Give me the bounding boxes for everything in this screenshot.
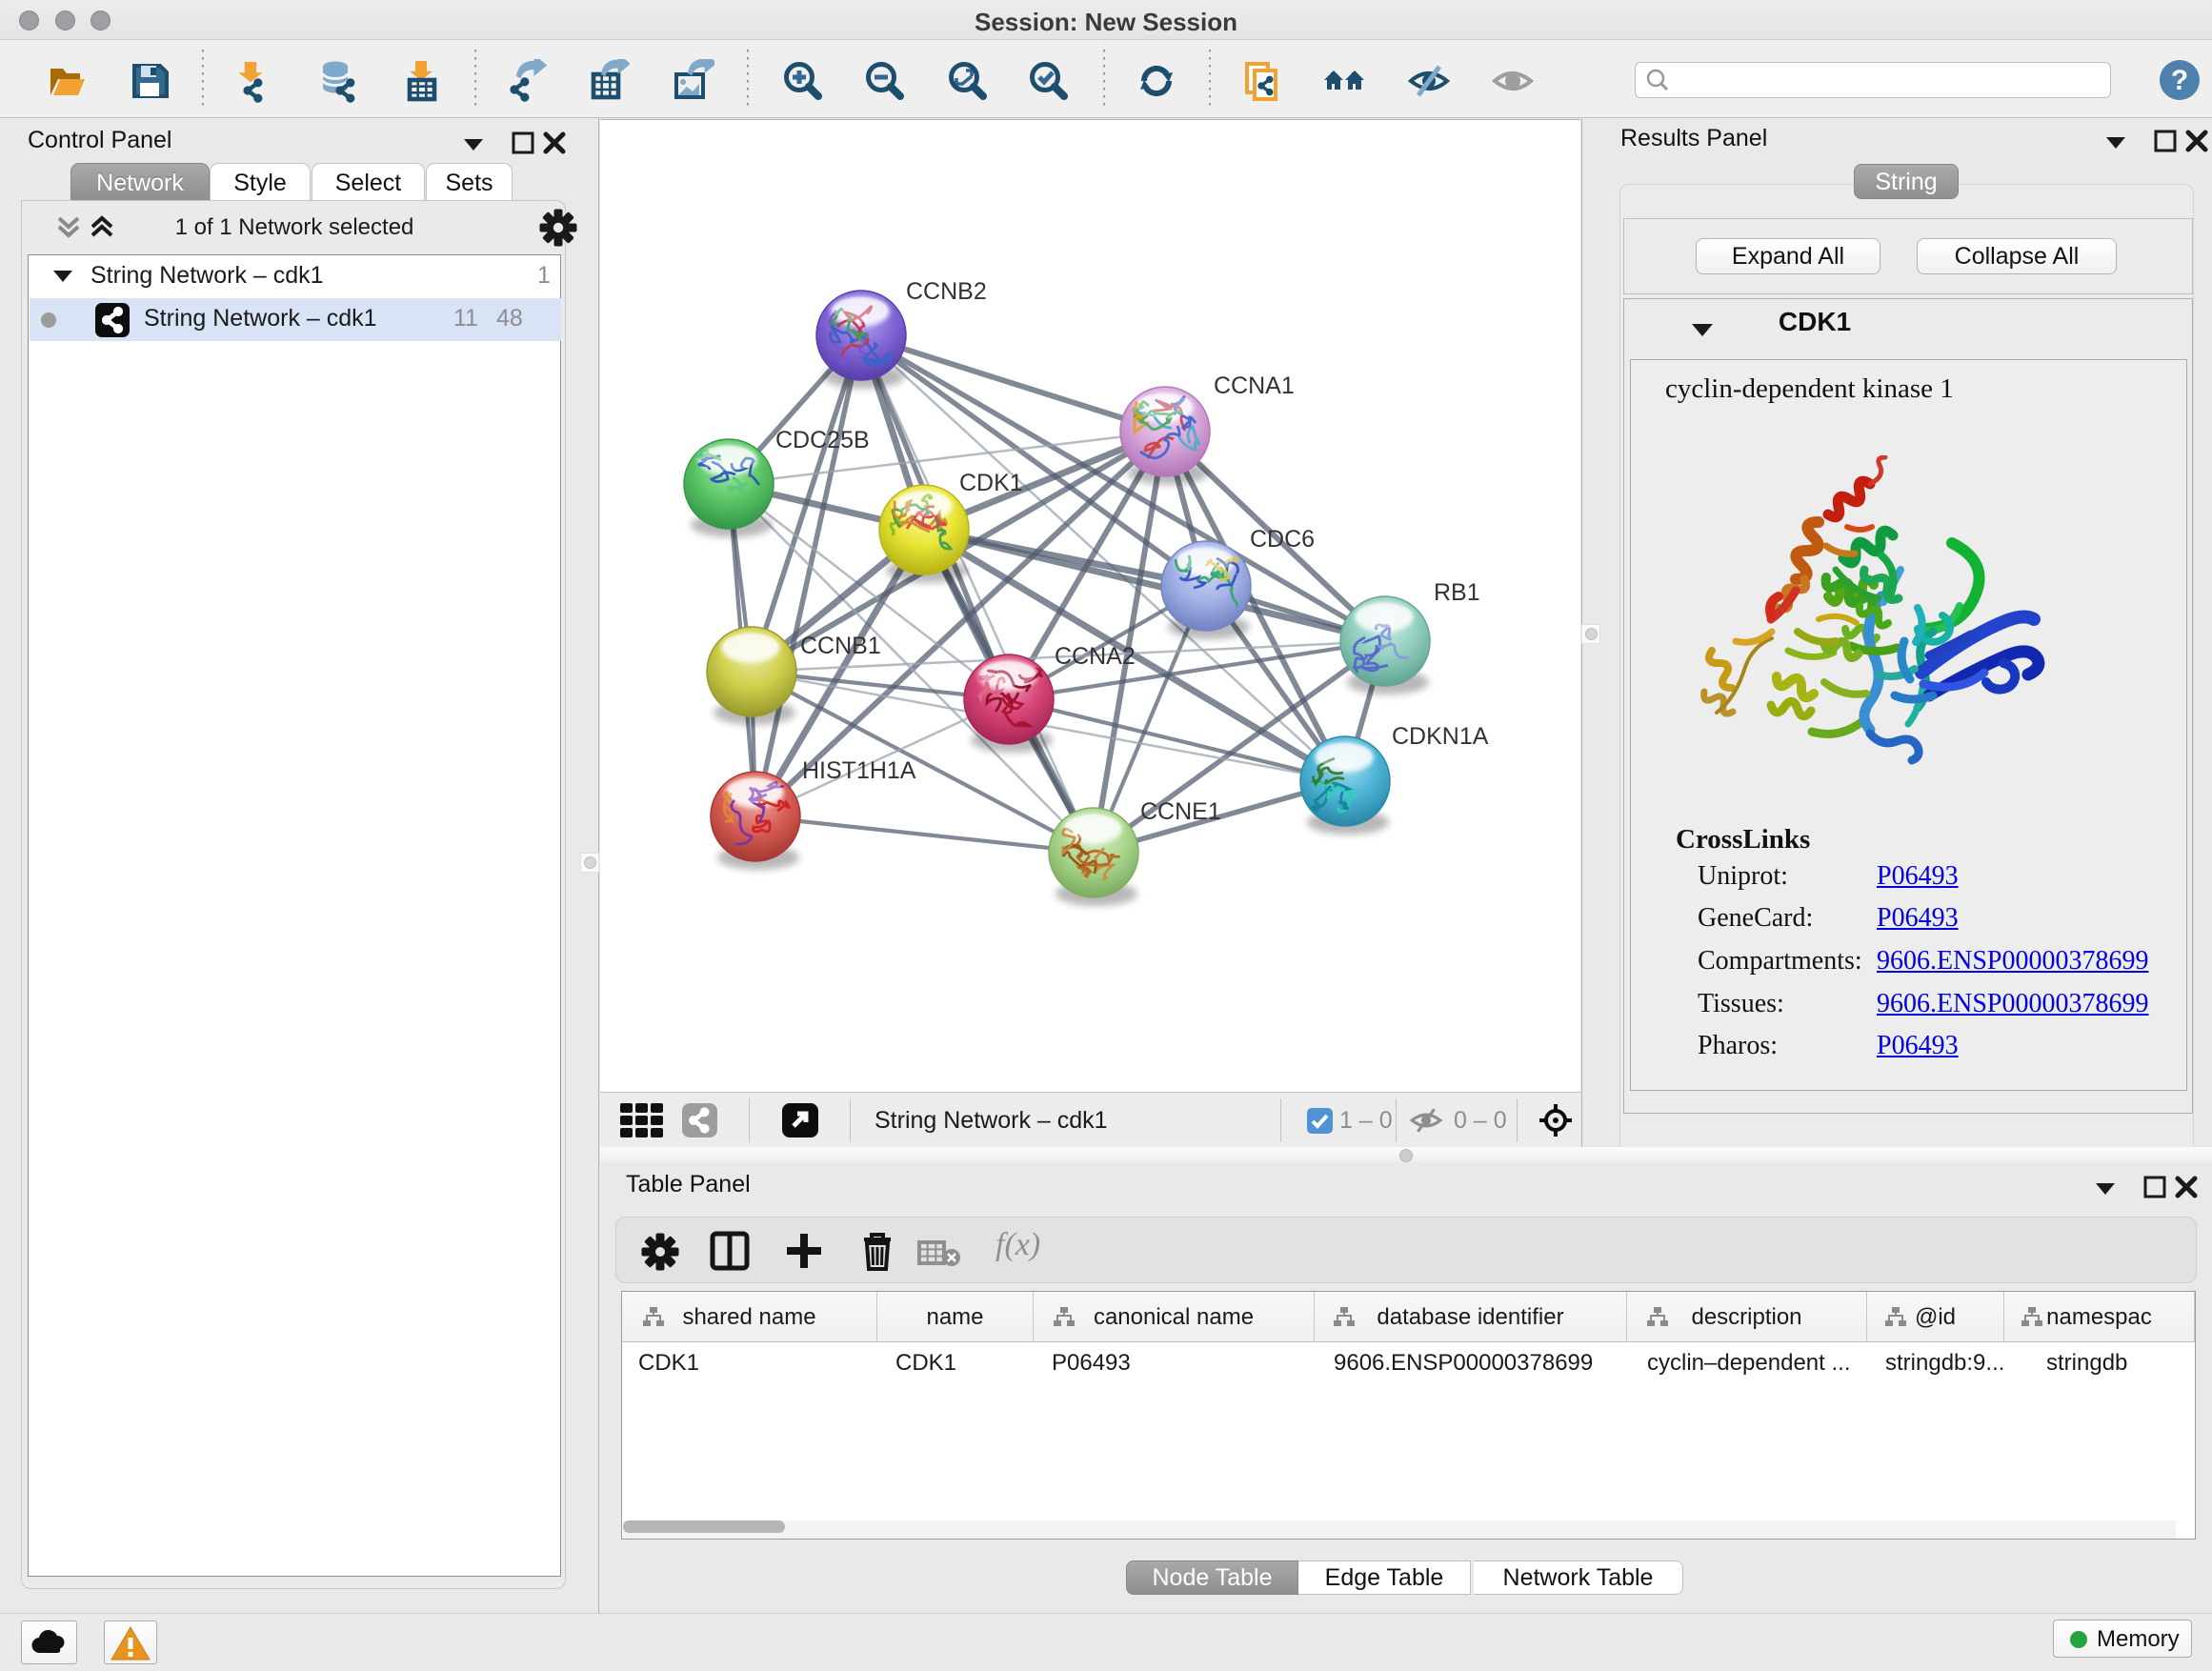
svg-text:CDC25B: CDC25B <box>775 427 870 453</box>
svg-text:CCNB2: CCNB2 <box>906 278 987 305</box>
svg-text:CDC6: CDC6 <box>1250 526 1315 553</box>
svg-text:CCNE1: CCNE1 <box>1140 798 1221 825</box>
svg-text:?: ? <box>2171 65 2188 96</box>
svg-text:RB1: RB1 <box>1434 579 1480 606</box>
svg-text:CCNA2: CCNA2 <box>1055 643 1136 670</box>
svg-text:CDK1: CDK1 <box>959 470 1023 496</box>
svg-text:CCNB1: CCNB1 <box>800 633 881 659</box>
svg-text:CCNA1: CCNA1 <box>1214 372 1295 399</box>
svg-text:CDKN1A: CDKN1A <box>1392 723 1489 750</box>
svg-text:HIST1H1A: HIST1H1A <box>802 757 916 784</box>
